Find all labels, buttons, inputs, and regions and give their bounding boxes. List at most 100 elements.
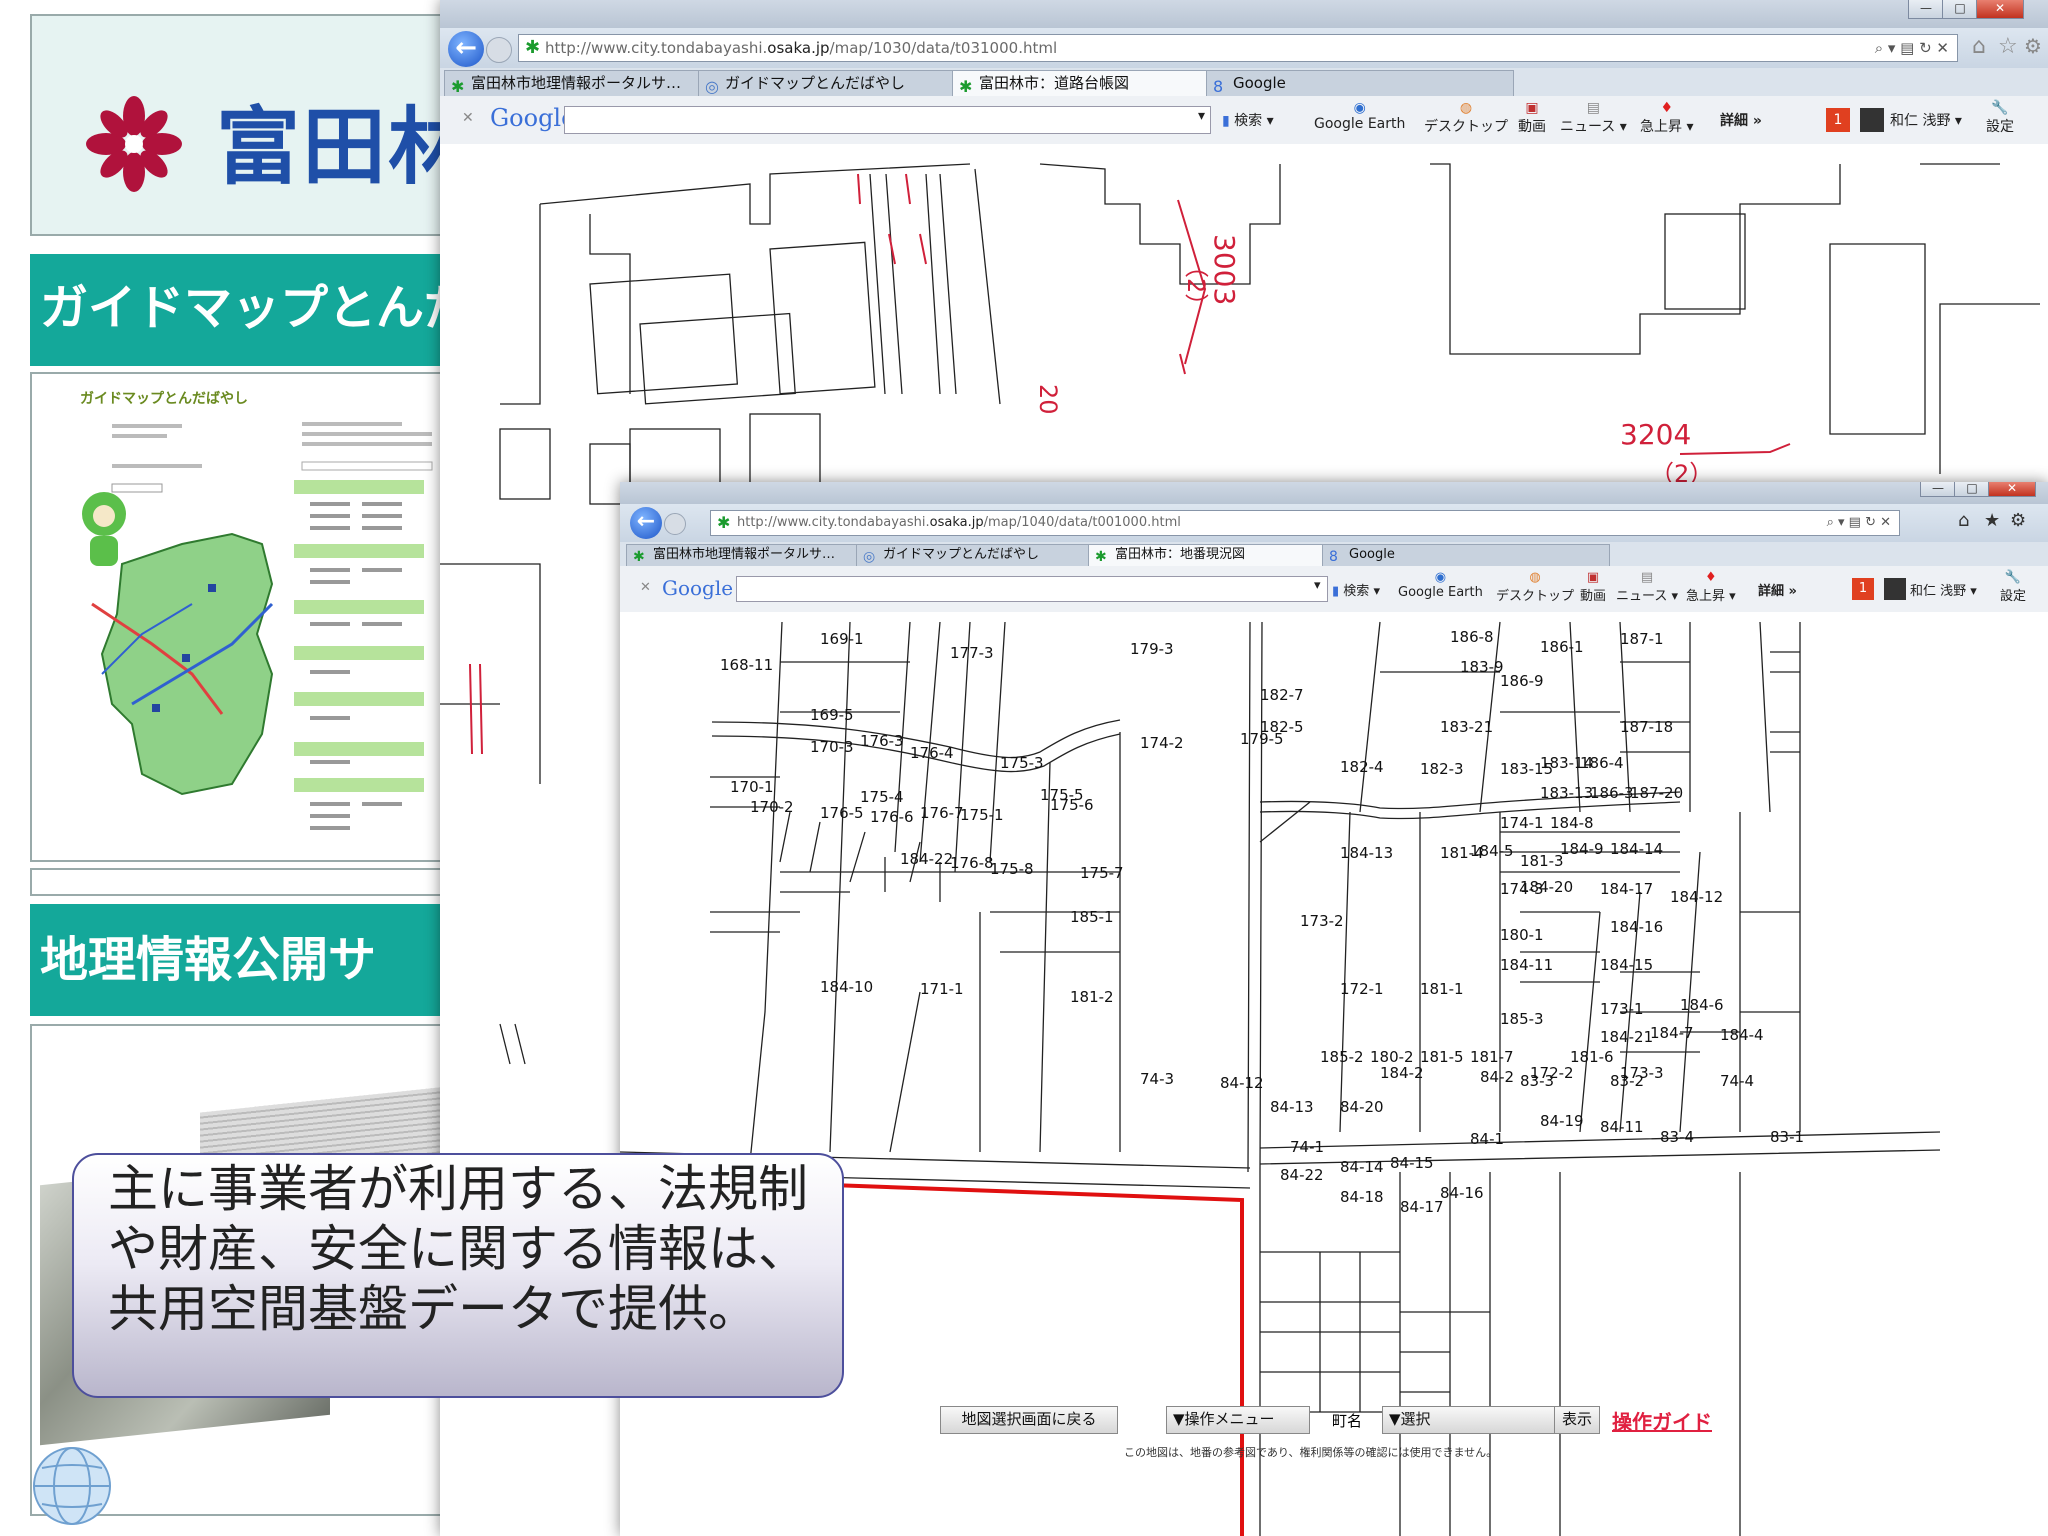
gis-service-banner[interactable]: 地理情報公開サ xyxy=(30,904,450,1016)
url-actions-icon[interactable]: ⌕ ▾ ▤ ↻ ✕ xyxy=(1875,35,1949,61)
video-button[interactable]: ▣ 動画 xyxy=(1580,570,1606,604)
favorites-icon[interactable]: ★ xyxy=(1984,510,2000,531)
tab-guide-map[interactable]: ◎ ガイドマップとんだばやし xyxy=(698,70,976,96)
tools-icon[interactable]: ⚙ xyxy=(2024,34,2042,58)
parcel-map[interactable]: 169-1 177-3 179-3 186-8 186-1 187-1 168-11 169-… xyxy=(620,612,2048,1536)
maximize-button[interactable]: □ xyxy=(1942,0,1978,19)
parcel-number-label: 84-18 xyxy=(1340,1188,1384,1206)
video-icon: ▣ xyxy=(1525,100,1539,116)
parcel-number-label: 176-4 xyxy=(910,744,954,762)
parcel-number-label: 177-3 xyxy=(950,644,994,662)
parcel-number-label: 180-1 xyxy=(1500,926,1544,944)
tab-google[interactable]: 8 Google xyxy=(1206,70,1514,96)
show-button[interactable]: 表示 xyxy=(1554,1406,1600,1434)
google-earth-button[interactable]: ◉ Google Earth xyxy=(1314,100,1405,132)
home-icon[interactable]: ⌂ xyxy=(1972,34,1986,59)
google-earth-button[interactable]: ◉ Google Earth xyxy=(1398,570,1483,600)
search-dropdown-icon[interactable]: ▾ xyxy=(1314,578,1321,593)
user-menu[interactable]: 和仁 浅野 ▾ xyxy=(1910,580,1977,599)
url-actions-icon[interactable]: ⌕ ▾ ▤ ↻ ✕ xyxy=(1827,511,1891,535)
trend-button[interactable]: ♦ 急上昇 ▾ xyxy=(1640,100,1693,136)
url-field[interactable]: ✱ http://www.city.tondabayashi.osaka.jp/… xyxy=(518,34,1958,62)
parcel-number-label: 74-1 xyxy=(1290,1138,1324,1156)
tab-label: ガイドマップとんだばやし xyxy=(725,74,906,92)
parcel-number-label: 175-6 xyxy=(1050,796,1094,814)
settings-button[interactable]: 🔧 設定 xyxy=(1986,100,2014,136)
trend-button[interactable]: ♦ 急上昇 ▾ xyxy=(1686,570,1736,604)
toolbar-close-icon[interactable]: ✕ xyxy=(640,580,651,595)
tab-label: ガイドマップとんだばやし xyxy=(883,547,1040,562)
parcel-number-label: 83-4 xyxy=(1660,1128,1694,1146)
gis-service-banner-label: 地理情報公開サ xyxy=(40,932,377,988)
forward-button[interactable] xyxy=(486,37,512,63)
avatar[interactable] xyxy=(1860,108,1884,132)
parcel-number-label: 182-7 xyxy=(1260,686,1304,704)
avatar[interactable] xyxy=(1884,578,1906,600)
news-button[interactable]: ▤ ニュース ▾ xyxy=(1560,100,1627,136)
desktop-label: デスクトップ xyxy=(1496,589,1575,604)
back-to-map-select-button[interactable]: 地図選択画面に戻る xyxy=(940,1406,1118,1434)
settings-button[interactable]: 🔧 設定 xyxy=(2000,570,2026,604)
notification-icon[interactable]: 1 xyxy=(1852,578,1874,600)
back-button[interactable]: ← xyxy=(630,507,662,539)
more-button[interactable]: 詳細 » xyxy=(1720,110,1762,130)
search-dropdown-icon[interactable]: ▾ xyxy=(1198,108,1205,124)
maximize-button[interactable]: □ xyxy=(1954,482,1990,497)
favorites-icon[interactable]: ☆ xyxy=(1998,34,2018,59)
parcel-number-label: 181-2 xyxy=(1070,988,1114,1006)
parcel-number-label: 182-4 xyxy=(1340,758,1384,776)
parcel-number-label: 84-14 xyxy=(1340,1158,1384,1176)
tab-google[interactable]: 8 Google xyxy=(1322,544,1610,566)
url-field[interactable]: ✱ http://www.city.tondabayashi.osaka.jp/… xyxy=(710,510,1900,536)
more-button[interactable]: 詳細 » xyxy=(1758,580,1797,599)
tab-favicon-icon: ◎ xyxy=(705,77,719,96)
site-favicon-icon: ✱ xyxy=(717,513,731,532)
parcel-number-label: 84-16 xyxy=(1440,1184,1484,1202)
minimize-button[interactable]: — xyxy=(1908,0,1944,19)
trend-icon: ♦ xyxy=(1705,570,1717,585)
tab-portal[interactable]: ✱ 富田林市地理情報ポータルサ… xyxy=(444,70,722,96)
tab-parcel-map[interactable]: ✱富田林市：地番現況図✕ xyxy=(1088,544,1346,566)
globe-logo-icon xyxy=(24,1440,124,1530)
user-menu[interactable]: 和仁 浅野 ▾ xyxy=(1890,110,1962,130)
forward-button[interactable] xyxy=(664,513,686,535)
city-logo-icon xyxy=(86,96,182,192)
parcel-number-label: 176-3 xyxy=(860,732,904,750)
parcel-number-label: 184-9 xyxy=(1560,840,1604,858)
guide-map-thumbnail[interactable]: ガイドマップとんだばやし xyxy=(30,372,450,862)
tab-guide-map[interactable]: ◎ ガイドマップとんだばやし xyxy=(856,544,1112,566)
parcel-number-label: 184-6 xyxy=(1680,996,1724,1014)
parcel-number-label: 84-2 xyxy=(1480,1068,1514,1086)
tools-icon[interactable]: ⚙ xyxy=(2010,510,2026,531)
tab-road-ledger[interactable]: ✱富田林市：道路台帳図✕ xyxy=(952,70,1230,96)
search-button[interactable]: ▮ 検索 ▾ xyxy=(1332,580,1380,599)
notification-icon[interactable]: 1 xyxy=(1826,108,1850,132)
user-name: 和仁 浅野 xyxy=(1910,584,1967,599)
parcel-number-label: 184-12 xyxy=(1670,888,1723,906)
url-suffix: /map/1040/data/t001000.html xyxy=(983,515,1181,530)
operation-menu-select[interactable]: ▼操作メニュー xyxy=(1166,1406,1310,1434)
parcel-number-label: 172-1 xyxy=(1340,980,1384,998)
back-button[interactable]: ← xyxy=(448,31,484,67)
google-search-input[interactable] xyxy=(736,576,1328,602)
home-icon[interactable]: ⌂ xyxy=(1958,510,1969,531)
toolbar-close-icon[interactable]: ✕ xyxy=(462,110,474,126)
google-search-input[interactable] xyxy=(564,106,1211,134)
parcel-number-label: 184-2 xyxy=(1380,1064,1424,1082)
close-button[interactable]: ✕ xyxy=(1988,482,2036,497)
video-button[interactable]: ▣ 動画 xyxy=(1518,100,1546,136)
news-button[interactable]: ▤ ニュース ▾ xyxy=(1616,570,1678,604)
town-select[interactable]: ▼選択 xyxy=(1382,1406,1556,1434)
news-icon: ▤ xyxy=(1640,570,1654,585)
parcel-number-label: 179-5 xyxy=(1240,730,1284,748)
guide-map-banner[interactable]: ガイドマップとんだ xyxy=(30,254,450,366)
parcel-drawing: 169-1 177-3 179-3 186-8 186-1 187-1 168-11 169-… xyxy=(620,621,1941,1536)
operation-guide-link[interactable]: 操作ガイド xyxy=(1612,1406,1712,1435)
desktop-button[interactable]: ◍ デスクトップ xyxy=(1496,570,1574,604)
minimize-button[interactable]: — xyxy=(1920,482,1956,497)
desktop-button[interactable]: ◍ デスクトップ xyxy=(1424,100,1508,136)
close-button[interactable]: ✕ xyxy=(1976,0,2024,19)
search-button[interactable]: ▮ 検索 ▾ xyxy=(1222,110,1274,130)
tab-portal[interactable]: ✱ 富田林市地理情報ポータルサ… xyxy=(626,544,880,566)
google-earth-label: Google Earth xyxy=(1314,116,1406,132)
